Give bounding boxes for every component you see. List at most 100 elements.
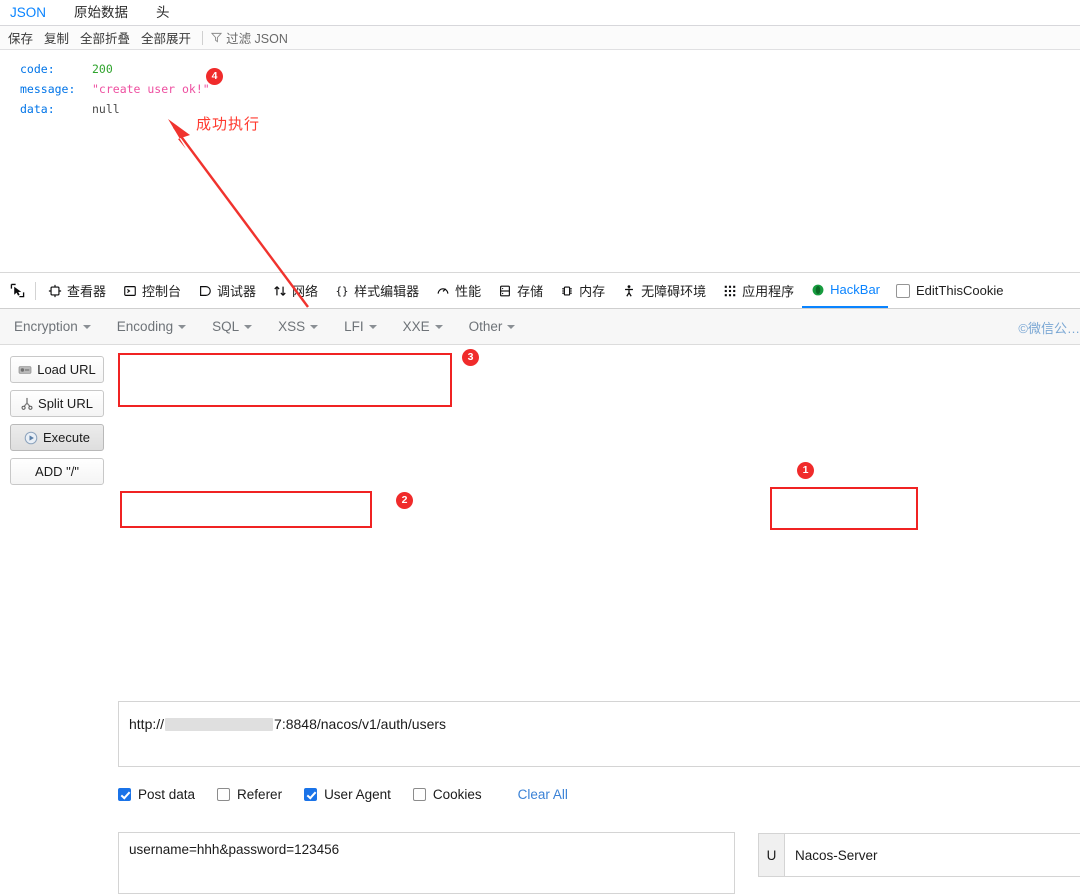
split-url-button[interactable]: Split URL	[10, 390, 104, 417]
network-icon	[272, 284, 287, 298]
tab-json[interactable]: JSON	[10, 1, 60, 25]
clear-all-link[interactable]: Clear All	[518, 787, 568, 802]
json-viewer-toolbar: 保存 复制 全部折叠 全部展开 过滤 JSON	[0, 26, 1080, 50]
chevron-down-icon	[178, 325, 187, 329]
menu-other[interactable]: Other	[469, 319, 516, 334]
storage-icon	[497, 284, 512, 298]
funnel-icon	[210, 32, 223, 46]
memory-icon	[559, 284, 574, 298]
expand-all-button[interactable]: 全部展开	[141, 28, 191, 47]
json-content: code: 200 message: "create user ok!" dat…	[0, 50, 1080, 119]
menu-label: XSS	[278, 319, 306, 334]
split-url-icon	[21, 397, 33, 410]
menu-xxe[interactable]: XXE	[403, 319, 443, 334]
save-button[interactable]: 保存	[8, 28, 33, 47]
collapse-all-button[interactable]: 全部折叠	[80, 28, 130, 47]
devtools-tab-network[interactable]: 网络	[264, 273, 326, 308]
devtools-tab-console[interactable]: 控制台	[114, 273, 189, 308]
step-badge-3: 3	[462, 349, 479, 366]
chevron-down-icon	[434, 325, 443, 329]
option-label: Post data	[138, 787, 196, 802]
devtools-tab-style-editor[interactable]: {} 样式编辑器	[326, 273, 427, 308]
filter-json-input[interactable]: 过滤 JSON	[210, 28, 288, 47]
menu-sql[interactable]: SQL	[212, 319, 253, 334]
execute-icon	[24, 431, 38, 445]
toolbar-divider	[35, 281, 36, 300]
json-key: code:	[20, 62, 55, 76]
menu-label: SQL	[212, 319, 240, 334]
annotation-text: 成功执行	[196, 116, 261, 133]
menu-label: Encryption	[14, 319, 78, 334]
hackbar-action-buttons: Load URL Split URL Execute ADD "/"	[10, 356, 104, 492]
tab-raw-data[interactable]: 原始数据	[74, 1, 142, 25]
execute-button[interactable]: Execute	[10, 424, 104, 451]
user-agent-field-group: U Nacos-Server	[758, 833, 1080, 877]
devtools-tab-label: 查看器	[67, 284, 107, 299]
user-agent-prefix-label: U	[759, 834, 785, 876]
checkbox-post-data[interactable]	[118, 788, 131, 801]
json-value: 200	[92, 62, 113, 76]
hackbar-panel: Load URL Split URL Execute ADD "/" http:…	[0, 346, 1080, 894]
copy-button[interactable]: 复制	[44, 28, 69, 47]
debugger-icon	[197, 284, 212, 298]
menu-xss[interactable]: XSS	[278, 319, 319, 334]
step-badge-2: 2	[396, 492, 413, 509]
devtools-toolbar: 查看器 控制台 调试器 网络 {} 样式编辑器 性能 存储 内存 无障碍环境 应…	[0, 272, 1080, 309]
menu-label: Other	[468, 319, 503, 334]
menu-lfi[interactable]: LFI	[344, 319, 377, 334]
chevron-down-icon	[310, 325, 319, 329]
devtools-tab-performance[interactable]: 性能	[427, 273, 489, 308]
hackbar-icon	[810, 283, 825, 297]
button-label: Split URL	[38, 396, 93, 411]
button-label: Execute	[43, 430, 90, 445]
option-referer[interactable]: Referer	[217, 787, 282, 802]
devtools-tab-memory[interactable]: 内存	[551, 273, 613, 308]
hackbar-menubar: Encryption Encoding SQL XSS LFI XXE Othe…	[0, 309, 1080, 345]
devtools-tab-application[interactable]: 应用程序	[714, 273, 802, 308]
console-icon	[122, 284, 137, 298]
devtools-tab-accessibility[interactable]: 无障碍环境	[613, 273, 714, 308]
load-url-icon	[18, 364, 32, 376]
devtools-tab-label: 样式编辑器	[354, 284, 420, 299]
user-agent-input[interactable]: Nacos-Server	[785, 834, 1080, 876]
redacted-host	[165, 718, 274, 731]
url-input[interactable]: http:// 7:8848/nacos/v1/auth/users	[118, 701, 1080, 767]
chevron-down-icon	[82, 325, 91, 329]
devtools-tab-debugger[interactable]: 调试器	[189, 273, 264, 308]
devtools-tab-label: 性能	[455, 284, 482, 299]
toolbar-divider	[202, 30, 204, 45]
button-label: ADD "/"	[35, 464, 79, 479]
devtools-tab-label: 调试器	[217, 284, 257, 299]
option-user-agent[interactable]: User Agent	[304, 787, 391, 802]
url-suffix: 7:8848/nacos/v1/auth/users	[274, 716, 447, 732]
performance-icon	[435, 284, 450, 298]
devtools-tab-inspector[interactable]: 查看器	[39, 273, 114, 308]
devtools-tab-hackbar[interactable]: HackBar	[802, 273, 889, 308]
option-label: User Agent	[324, 787, 391, 802]
devtools-tab-label: 控制台	[142, 284, 182, 299]
devtools-tab-label: 网络	[292, 284, 319, 299]
button-label: Load URL	[37, 362, 96, 377]
menu-encryption[interactable]: Encryption	[14, 319, 91, 334]
devtools-tab-label: EditThisCookie	[916, 283, 1004, 298]
option-label: Cookies	[432, 787, 482, 802]
menu-encoding[interactable]: Encoding	[117, 319, 187, 334]
option-post-data[interactable]: Post data	[118, 787, 195, 802]
json-row: data: null	[20, 99, 1080, 119]
devtools-tab-label: 应用程序	[742, 284, 795, 299]
tab-headers[interactable]: 头	[156, 1, 184, 25]
chevron-down-icon	[507, 325, 516, 329]
devtools-tab-storage[interactable]: 存储	[489, 273, 551, 308]
post-data-textarea[interactable]: username=hhh&password=123456	[118, 832, 735, 894]
option-cookies[interactable]: Cookies	[412, 787, 482, 802]
add-slash-button[interactable]: ADD "/"	[10, 458, 104, 485]
checkbox-user-agent[interactable]	[304, 788, 318, 801]
style-editor-icon: {}	[334, 284, 349, 298]
checkbox-cookies[interactable]	[412, 788, 426, 801]
node-picker-icon[interactable]	[0, 283, 34, 298]
step-badge-4: 4	[206, 68, 223, 85]
devtools-tab-editthiscookie[interactable]: EditThisCookie	[888, 273, 1011, 308]
checkbox-referer[interactable]	[217, 788, 231, 801]
json-value: null	[92, 102, 120, 116]
load-url-button[interactable]: Load URL	[10, 356, 104, 383]
